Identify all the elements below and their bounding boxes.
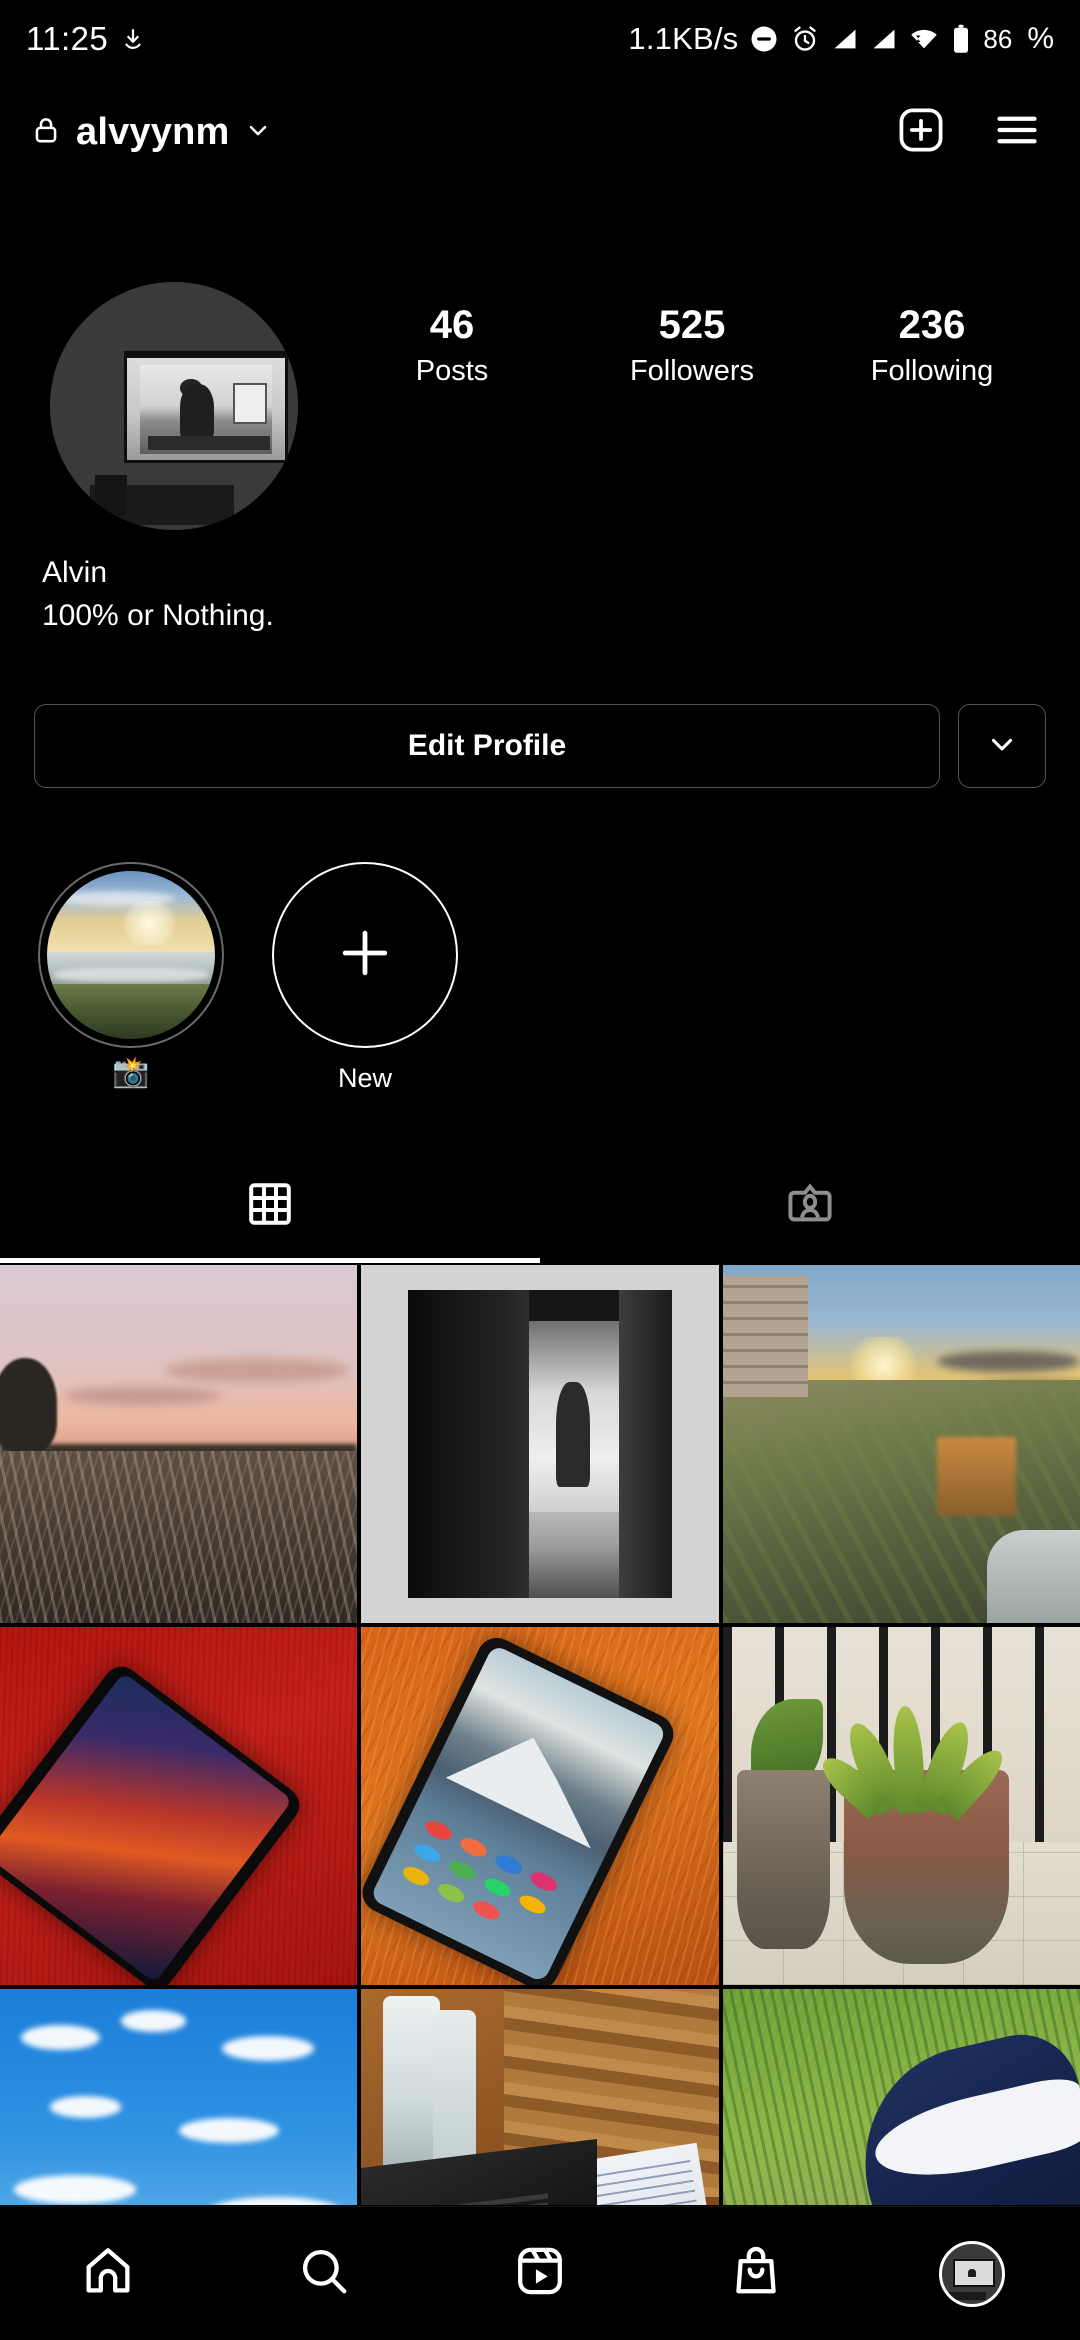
- shop-bag-icon: [729, 2244, 783, 2303]
- stat-followers[interactable]: 525 Followers: [572, 300, 812, 394]
- grid-post[interactable]: [0, 1989, 358, 2205]
- highlight-label: 📸: [112, 1056, 150, 1089]
- username-switcher[interactable]: alvyynm: [30, 111, 272, 154]
- more-options-button[interactable]: [958, 704, 1046, 788]
- reels-icon: [513, 2244, 567, 2303]
- status-bar-left: 11:25: [26, 20, 146, 58]
- stat-posts[interactable]: 46 Posts: [332, 300, 572, 394]
- display-name: Alvin: [42, 556, 108, 589]
- posts-count: 46: [429, 303, 475, 347]
- profile-header: alvyynm: [0, 78, 1080, 186]
- battery-percent: 86: [983, 23, 1013, 54]
- nav-reels[interactable]: [432, 2244, 648, 2303]
- header-username: alvyynm: [76, 110, 230, 153]
- plus-square-icon[interactable]: [896, 105, 946, 160]
- edit-profile-button[interactable]: Edit Profile: [34, 704, 940, 788]
- nav-profile[interactable]: [864, 2240, 1080, 2307]
- grid-post[interactable]: [361, 1989, 719, 2205]
- grid-post[interactable]: [0, 1265, 358, 1623]
- followers-label: Followers: [629, 355, 755, 387]
- signal-bars-icon: [831, 25, 859, 53]
- new-highlight-item[interactable]: New: [272, 862, 458, 1094]
- signal-bars-icon: [870, 25, 898, 53]
- status-time: 11:25: [26, 20, 109, 57]
- grid-icon: [246, 1180, 294, 1233]
- tagged-person-icon: [785, 1179, 835, 1234]
- avatar-photo: [50, 282, 298, 530]
- battery-percent-symbol: %: [1027, 22, 1054, 55]
- plus-icon: [329, 917, 401, 994]
- grid-post[interactable]: [722, 1989, 1080, 2205]
- home-icon: [81, 2244, 135, 2303]
- profile-avatar[interactable]: [50, 282, 298, 530]
- bottom-navigation: [0, 2206, 1080, 2340]
- bio-text: 100% or Nothing.: [42, 598, 274, 632]
- grid-post[interactable]: [722, 1627, 1080, 1985]
- highlight-ring: [38, 862, 224, 1048]
- new-highlight-label: New: [337, 1063, 392, 1093]
- highlight-item[interactable]: 📸: [38, 862, 224, 1088]
- search-icon: [297, 2244, 351, 2303]
- grid-post[interactable]: [361, 1627, 719, 1985]
- grid-post[interactable]: [0, 1627, 358, 1985]
- new-highlight-circle: [272, 862, 458, 1048]
- nav-home[interactable]: [0, 2244, 216, 2303]
- nav-shop[interactable]: [648, 2244, 864, 2303]
- grid-post[interactable]: [361, 1265, 719, 1623]
- posts-grid: [0, 1265, 1080, 2205]
- chevron-down-icon: [985, 727, 1019, 766]
- status-bar: 11:25 1.1KB/s 86 %: [0, 0, 1080, 78]
- following-label: Following: [870, 355, 994, 387]
- profile-bio: Alvin 100% or Nothing.: [42, 552, 842, 637]
- tab-tagged[interactable]: [540, 1150, 1080, 1262]
- battery-icon: [950, 24, 972, 54]
- profile-avatar-icon: [939, 2240, 1005, 2307]
- active-tab-underline: [0, 1258, 540, 1263]
- followers-count: 525: [658, 303, 726, 347]
- profile-stats: 46 Posts 525 Followers 236 Following: [332, 300, 1052, 420]
- chevron-down-icon: [244, 116, 272, 149]
- download-arrow-icon: [120, 26, 146, 52]
- hamburger-menu-icon[interactable]: [992, 105, 1042, 160]
- following-count: 236: [898, 303, 966, 347]
- story-highlights: 📸 New: [0, 862, 1080, 1110]
- header-actions: [896, 105, 1050, 160]
- nav-search[interactable]: [216, 2244, 432, 2303]
- do-not-disturb-icon: [749, 24, 779, 54]
- lock-icon: [30, 114, 62, 151]
- profile-tabs: [0, 1150, 1080, 1262]
- network-speed: 1.1KB/s: [628, 21, 739, 56]
- wifi-icon: [909, 24, 939, 54]
- alarm-clock-icon: [790, 24, 820, 54]
- grid-post[interactable]: [722, 1265, 1080, 1623]
- profile-action-row: Edit Profile: [0, 702, 1080, 790]
- instagram-profile-screen: 11:25 1.1KB/s 86 % alvyynm 46 Posts 525 …: [0, 0, 1080, 2340]
- status-bar-right: 1.1KB/s 86 %: [628, 21, 1054, 57]
- highlight-cover: [47, 871, 215, 1039]
- tab-grid[interactable]: [0, 1150, 540, 1262]
- stat-following[interactable]: 236 Following: [812, 300, 1052, 394]
- posts-label: Posts: [415, 355, 489, 387]
